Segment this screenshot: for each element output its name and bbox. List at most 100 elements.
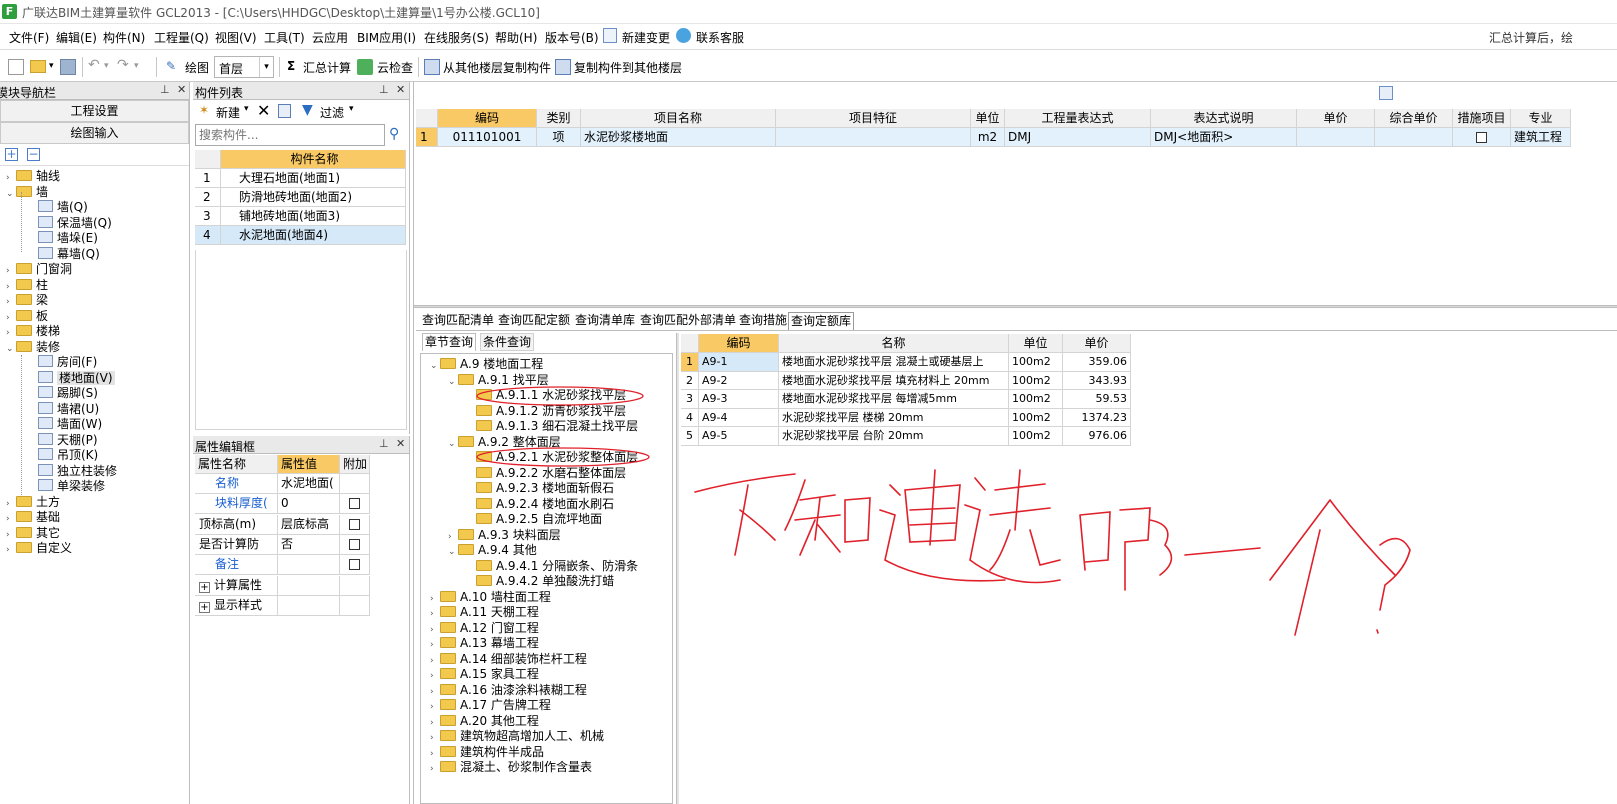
nav-tree-item[interactable]: 吊顶(K)	[38, 447, 98, 463]
menu-help[interactable]: 帮助(H)	[495, 29, 537, 46]
component-row[interactable]: 防滑地砖地面(地面2)	[221, 188, 406, 207]
property-value[interactable]: 否	[278, 534, 340, 555]
bill-column-header[interactable]: 专业	[1511, 109, 1571, 128]
query-tab[interactable]: 查询匹配外部清单	[638, 312, 738, 330]
redo-icon[interactable]: ↷	[117, 57, 129, 73]
search-icon[interactable]: ⚲	[389, 126, 399, 142]
nav-tree-item[interactable]: › 板	[6, 308, 48, 324]
quota-cell-code[interactable]: A9-5	[699, 427, 779, 446]
quota-cell-price[interactable]: 359.06	[1063, 353, 1131, 372]
chevron-down-icon[interactable]: ⌄	[448, 436, 458, 452]
chapter-tree-item[interactable]: A.9.2.5 自流坪地面	[466, 511, 602, 527]
bill-column-header[interactable]: 编码	[438, 109, 537, 128]
draw-button[interactable]: 绘图	[185, 59, 209, 76]
nav-tree-item[interactable]: › 柱	[6, 277, 48, 293]
nav-tree-item[interactable]: › 自定义	[6, 540, 72, 556]
menu-new-change[interactable]: 新建变更	[622, 29, 670, 46]
query-tab[interactable]: 查询匹配清单	[420, 312, 496, 330]
menu-contact-service[interactable]: 联系客服	[696, 29, 744, 46]
nav-tree-item[interactable]: 墙裙(U)	[38, 401, 99, 417]
chapter-sub-tab[interactable]: 章节查询	[422, 333, 477, 351]
bill-cell-desc[interactable]: DMJ<地面积>	[1151, 128, 1297, 147]
property-value[interactable]	[278, 575, 340, 596]
component-search-input[interactable]	[195, 124, 385, 146]
bill-column-header[interactable]: 项目特征	[776, 109, 971, 128]
bill-column-header[interactable]: 表达式说明	[1151, 109, 1297, 128]
chapter-sub-tab[interactable]: 条件查询	[480, 333, 535, 351]
chapter-tree-item[interactable]: A.9.4.1 分隔嵌条、防滑条	[466, 558, 638, 574]
menu-cloud[interactable]: 云应用	[312, 29, 348, 46]
nav-tree-item[interactable]: 天棚(P)	[38, 432, 98, 448]
nav-tree-item[interactable]: ⌄ 装修	[6, 339, 60, 355]
cloud-check-button[interactable]: 云检查	[377, 59, 413, 76]
new-dropdown-icon[interactable]: ▾	[244, 104, 249, 114]
bill-cell-price[interactable]	[1297, 128, 1375, 147]
undo-dropdown-icon[interactable]: ▾	[104, 61, 109, 71]
quota-column-header[interactable]: 名称	[779, 334, 1009, 353]
chevron-down-icon[interactable]: ⌄	[6, 186, 16, 202]
bill-column-header[interactable]: 工程量表达式	[1005, 109, 1151, 128]
quota-cell-unit[interactable]: 100m2	[1009, 408, 1063, 427]
checkbox[interactable]	[349, 559, 360, 571]
nav-tree-item[interactable]: 单梁装修	[38, 478, 105, 494]
close-icon[interactable]: ✕	[396, 437, 405, 450]
nav-tree-item[interactable]: › 楼梯	[6, 323, 60, 339]
nav-tree-item[interactable]: ⌄ 墙	[6, 184, 48, 200]
quota-cell-code[interactable]: A9-2	[699, 371, 779, 390]
undo-icon[interactable]: ↶	[88, 57, 100, 73]
chapter-tree-item[interactable]: ⌄ A.9.4 其他	[448, 542, 537, 558]
project-settings-button[interactable]: 工程设置	[0, 100, 189, 122]
component-row[interactable]: 大理石地面(地面1)	[221, 169, 406, 188]
quota-cell-unit[interactable]: 100m2	[1009, 353, 1063, 372]
chapter-tree-item[interactable]: › 混凝土、砂浆制作含量表	[430, 759, 592, 775]
property-value[interactable]: 水泥地面(	[278, 474, 340, 494]
nav-tree-item[interactable]: 保温墙(Q)	[38, 215, 112, 231]
property-value[interactable]	[278, 555, 340, 576]
menu-tools[interactable]: 工具(T)	[264, 29, 305, 46]
sum-calc-button[interactable]: 汇总计算	[303, 59, 351, 76]
chapter-tree-item[interactable]: › A.9.3 块料面层	[448, 527, 561, 543]
bill-cell-type[interactable]: 项	[537, 128, 581, 147]
chevron-right-icon[interactable]: ›	[430, 761, 440, 777]
bill-column-header[interactable]: 项目名称	[581, 109, 776, 128]
quota-cell-unit[interactable]: 100m2	[1009, 390, 1063, 409]
checkbox[interactable]	[349, 538, 360, 550]
nav-tree-item[interactable]: 墙面(W)	[38, 416, 102, 432]
chapter-tree-item[interactable]: › A.14 细部装饰栏杆工程	[430, 651, 587, 667]
bill-cell-comp_price[interactable]	[1375, 128, 1453, 147]
nav-tree-item[interactable]: › 基础	[6, 509, 60, 525]
menu-component[interactable]: 构件(N)	[103, 29, 145, 46]
quota-cell-name[interactable]: 水泥砂浆找平层 楼梯 20mm	[779, 408, 1009, 427]
open-dropdown-icon[interactable]: ▾	[49, 61, 54, 71]
checkbox[interactable]	[349, 498, 360, 510]
checkbox[interactable]	[349, 518, 360, 530]
menu-file[interactable]: 文件(F)	[9, 29, 49, 46]
nav-tree-item[interactable]: 墙垛(E)	[38, 230, 98, 246]
component-row[interactable]: 铺地砖地面(地面3)	[221, 207, 406, 226]
chapter-tree-item[interactable]: ⌄ A.9.2 整体面层	[448, 434, 561, 450]
bill-cell-name[interactable]: 水泥砂浆楼地面	[581, 128, 776, 147]
property-value[interactable]: 层底标高	[278, 514, 340, 535]
measure-checkbox[interactable]	[1476, 132, 1487, 143]
nav-tree-item[interactable]: 墙(Q)	[38, 199, 88, 215]
menu-view[interactable]: 视图(V)	[215, 29, 257, 46]
delete-icon[interactable]: ✕	[257, 101, 270, 120]
chapter-tree-item[interactable]: A.9.1.2 沥青砂浆找平层	[466, 403, 626, 419]
nav-tree-item[interactable]: › 土方	[6, 494, 60, 510]
bill-cell-unit[interactable]: m2	[971, 128, 1005, 147]
nav-tree-item[interactable]: › 门窗洞	[6, 261, 72, 277]
bill-cell-major[interactable]: 建筑工程	[1511, 128, 1571, 147]
close-icon[interactable]: ✕	[177, 83, 186, 96]
chapter-tree-item[interactable]: A.9.1.1 水泥砂浆找平层	[466, 387, 626, 403]
chapter-tree-item[interactable]: › 建筑构件半成品	[430, 744, 544, 760]
nav-tree-item[interactable]: › 其它	[6, 525, 60, 541]
quota-cell-name[interactable]: 楼地面水泥砂浆找平层 每增减5mm	[779, 390, 1009, 409]
chapter-tree-item[interactable]: › A.12 门窗工程	[430, 620, 539, 636]
quota-cell-price[interactable]: 59.53	[1063, 390, 1131, 409]
quota-cell-code[interactable]: A9-3	[699, 390, 779, 409]
collapse-all-icon[interactable]: −	[27, 148, 40, 161]
chapter-tree-item[interactable]: A.9.2.1 水泥砂浆整体面层	[466, 449, 638, 465]
quota-cell-price[interactable]: 1374.23	[1063, 408, 1131, 427]
query-tab[interactable]: 查询清单库	[573, 312, 637, 330]
chapter-tree-item[interactable]: › A.15 家具工程	[430, 666, 539, 682]
